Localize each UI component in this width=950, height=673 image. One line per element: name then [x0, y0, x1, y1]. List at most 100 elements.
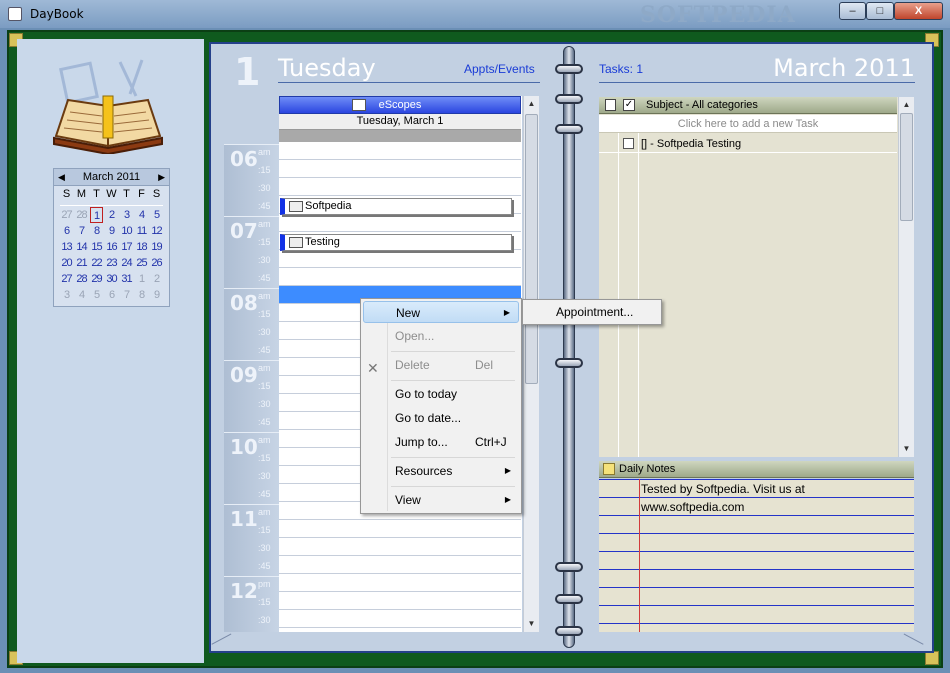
add-task-input[interactable]: Click here to add a new Task [599, 115, 897, 133]
scroll-thumb[interactable] [525, 114, 538, 384]
calendar-day[interactable]: 23 [105, 255, 118, 271]
calendar-day[interactable]: 28 [75, 271, 88, 287]
binder-ring [555, 562, 583, 572]
calendar-day[interactable]: 9 [150, 287, 163, 303]
calendar-day[interactable]: 8 [90, 223, 103, 239]
resource-icon [352, 99, 366, 111]
daily-notes-area[interactable]: Tested by Softpedia. Visit us at www.sof… [599, 479, 914, 632]
time-slot[interactable] [279, 610, 521, 628]
calendar-day[interactable]: 6 [105, 287, 118, 303]
calendar-day[interactable]: 22 [90, 255, 103, 271]
menu-item-view[interactable]: View ▶ [363, 489, 519, 511]
scroll-up-icon[interactable]: ▲ [524, 97, 539, 111]
calendar-day[interactable]: 13 [60, 239, 73, 255]
calendar-day[interactable]: 4 [75, 287, 88, 303]
calendar-day[interactable]: 14 [75, 239, 88, 255]
calendar-day[interactable]: 29 [90, 271, 103, 287]
window-title: DayBook [30, 7, 84, 21]
time-slot[interactable] [279, 142, 521, 160]
calendar-day[interactable]: 31 [120, 271, 133, 287]
all-day-area[interactable] [279, 130, 521, 142]
calendar-day[interactable]: 15 [90, 239, 103, 255]
scroll-down-icon[interactable]: ▼ [524, 617, 539, 631]
next-month-button[interactable]: ▶ [158, 169, 165, 186]
daily-notes-header: Daily Notes [599, 461, 914, 478]
calendar-day[interactable]: 2 [150, 271, 163, 287]
schedule-scrollbar[interactable]: ▲ ▼ [523, 96, 539, 632]
calendar-day[interactable]: 8 [135, 287, 148, 303]
appointment[interactable]: Softpedia [280, 198, 512, 215]
time-slot[interactable] [279, 268, 521, 286]
calendar-day[interactable]: 5 [90, 287, 103, 303]
calendar-day[interactable]: 27 [60, 207, 73, 223]
menu-item-appointment[interactable]: Appointment... [525, 301, 659, 323]
task-checkbox[interactable] [623, 138, 634, 149]
resource-header[interactable]: eScopes [279, 96, 521, 114]
menu-item-resources[interactable]: Resources ▶ [363, 460, 519, 482]
scroll-thumb[interactable] [900, 113, 913, 221]
weekday-label: M [76, 188, 87, 200]
calendar-day[interactable]: 18 [135, 239, 148, 255]
calendar-day[interactable]: 7 [120, 287, 133, 303]
maximize-button[interactable]: □ [866, 2, 894, 20]
calendar-day[interactable]: 9 [105, 223, 118, 239]
menu-item-new[interactable]: New ▶ [363, 301, 519, 323]
calendar-day[interactable]: 17 [120, 239, 133, 255]
calendar-day[interactable]: 2 [105, 207, 118, 223]
time-slot[interactable] [279, 520, 521, 538]
menu-separator [391, 351, 515, 352]
time-slot[interactable] [279, 538, 521, 556]
calendar-day[interactable]: 26 [150, 255, 163, 271]
title-bar: DayBook SOFTPEDIA – □ X [0, 0, 950, 28]
calendar-day[interactable]: 21 [75, 255, 88, 271]
notes-text[interactable]: Tested by Softpedia. Visit us at www.sof… [641, 480, 805, 516]
prev-month-button[interactable]: ◀ [58, 169, 65, 186]
scroll-down-icon[interactable]: ▼ [899, 442, 914, 456]
minimize-button[interactable]: – [839, 2, 866, 20]
time-slot[interactable] [279, 250, 521, 268]
menu-item-open[interactable]: Open... [363, 325, 519, 347]
task-list-header[interactable]: ✓ Subject - All categories [599, 97, 897, 114]
calendar-day[interactable]: 6 [60, 223, 73, 239]
time-slot[interactable] [279, 574, 521, 592]
calendar-day[interactable]: 27 [60, 271, 73, 287]
menu-item-delete[interactable]: ✕ Delete Del [363, 354, 519, 376]
calendar-day[interactable]: 30 [105, 271, 118, 287]
calendar-day[interactable]: 11 [135, 223, 148, 239]
calendar-day[interactable]: 24 [120, 255, 133, 271]
calendar-day[interactable]: 4 [135, 207, 148, 223]
menu-item-go-to-date[interactable]: Go to date... [363, 407, 519, 429]
time-slot[interactable] [279, 214, 521, 232]
scroll-up-icon[interactable]: ▲ [899, 98, 914, 112]
calendar-day[interactable]: 25 [135, 255, 148, 271]
tasks-link[interactable]: Tasks: 1 [599, 62, 643, 76]
calendar-day[interactable]: 10 [120, 223, 133, 239]
weekday-label: W [106, 188, 117, 200]
time-slot[interactable] [279, 178, 521, 196]
ruled-line [599, 533, 914, 534]
menu-item-go-to-today[interactable]: Go to today [363, 383, 519, 405]
time-slot[interactable] [279, 592, 521, 610]
calendar-day[interactable]: 1 [135, 271, 148, 287]
calendar-day[interactable]: 19 [150, 239, 163, 255]
calendar-day[interactable]: 7 [75, 223, 88, 239]
calendar-day[interactable]: 5 [150, 207, 163, 223]
time-slot[interactable] [279, 556, 521, 574]
close-button[interactable]: X [894, 2, 943, 20]
appts-events-link[interactable]: Appts/Events [464, 62, 535, 76]
calendar-day[interactable]: 12 [150, 223, 163, 239]
calendar-day[interactable]: 20 [60, 255, 73, 271]
calendar-day[interactable]: 3 [120, 207, 133, 223]
appointment[interactable]: Testing [280, 234, 512, 251]
calendar-day[interactable]: 16 [105, 239, 118, 255]
calendar-day[interactable]: 28 [75, 207, 88, 223]
task-row[interactable]: [] - Softpedia Testing [599, 135, 897, 153]
calendar-day-selected[interactable]: 1 [90, 207, 103, 223]
time-slot[interactable] [279, 160, 521, 178]
calendar-day[interactable]: 3 [60, 287, 73, 303]
ruled-line [599, 551, 914, 552]
notes-margin-line [639, 479, 640, 632]
subject-column-header[interactable]: Subject - All categories [646, 97, 758, 114]
menu-item-jump-to[interactable]: Jump to... Ctrl+J [363, 431, 519, 453]
tasks-scrollbar[interactable]: ▲ ▼ [898, 97, 914, 457]
